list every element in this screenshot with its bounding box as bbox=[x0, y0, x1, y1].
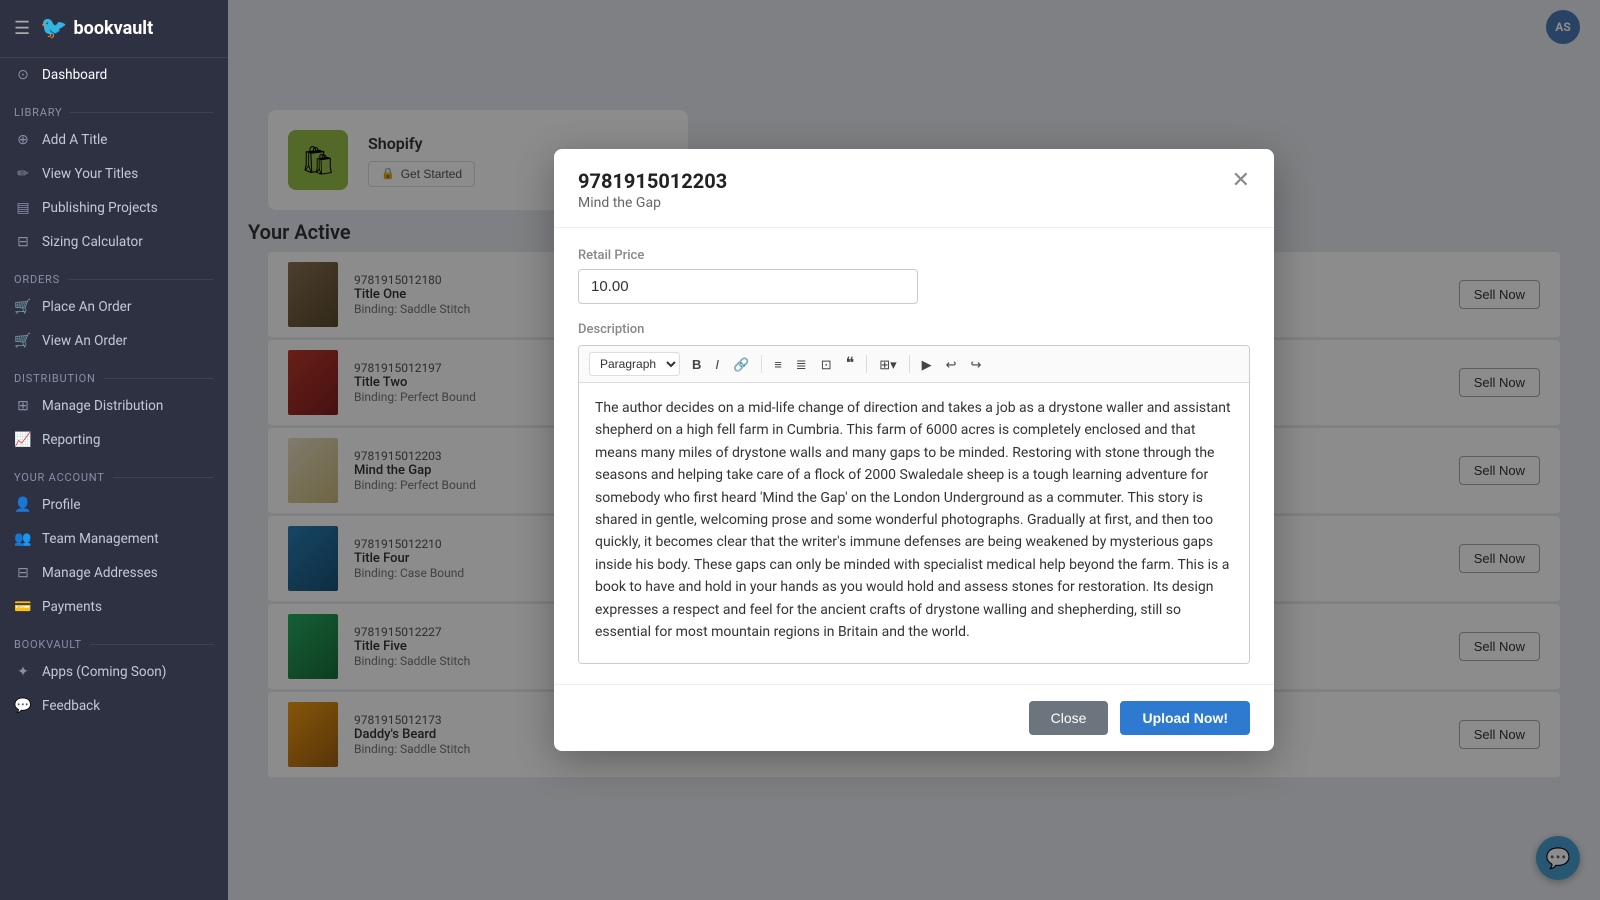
sidebar-section-distribution: Distribution bbox=[0, 358, 228, 389]
bold-button[interactable]: B bbox=[686, 354, 707, 375]
paragraph-select[interactable]: Paragraph bbox=[589, 352, 680, 376]
description-text: The author decides on a mid-life change … bbox=[595, 397, 1233, 643]
editor-toolbar: Paragraph B I 🔗 ≡ ≣ ⊡ ❝ ⊞▾ ▶ bbox=[579, 346, 1249, 383]
payments-icon: 💳 bbox=[14, 599, 32, 615]
sidebar-section-account: Your Account bbox=[0, 457, 228, 488]
sidebar-item-dashboard[interactable]: ⊙ Dashboard bbox=[0, 58, 228, 92]
sidebar-item-label: Team Management bbox=[42, 531, 159, 547]
sidebar-item-add-title[interactable]: ⊕ Add A Title bbox=[0, 123, 228, 157]
sidebar-item-manage-distribution[interactable]: ⊞ Manage Distribution bbox=[0, 389, 228, 423]
sidebar-item-label: Dashboard bbox=[42, 67, 107, 83]
manage-addresses-icon: ⊟ bbox=[14, 565, 32, 581]
sidebar-item-label: Add A Title bbox=[42, 132, 107, 148]
sidebar-item-team-management[interactable]: 👥 Team Management bbox=[0, 522, 228, 556]
bullet-list-button[interactable]: ≡ bbox=[768, 354, 788, 375]
retail-price-label: Retail Price bbox=[578, 248, 1250, 263]
modal-isbn: 9781915012203 bbox=[578, 169, 1250, 193]
modal-overlay[interactable]: 9781915012203 Mind the Gap ✕ Retail Pric… bbox=[228, 0, 1600, 900]
sidebar-item-profile[interactable]: 👤 Profile bbox=[0, 488, 228, 522]
sidebar-item-label: View Your Titles bbox=[42, 166, 138, 182]
sidebar-item-label: Sizing Calculator bbox=[42, 234, 143, 250]
modal-dialog: 9781915012203 Mind the Gap ✕ Retail Pric… bbox=[554, 149, 1274, 751]
toolbar-separator-2 bbox=[866, 355, 867, 373]
hamburger-icon[interactable]: ☰ bbox=[14, 18, 30, 39]
modal-header: 9781915012203 Mind the Gap ✕ bbox=[554, 149, 1274, 228]
sidebar-item-label: Profile bbox=[42, 497, 81, 513]
reporting-icon: 📈 bbox=[14, 432, 32, 448]
sidebar-item-publishing-projects[interactable]: ▤ Publishing Projects bbox=[0, 191, 228, 225]
upload-now-button[interactable]: Upload Now! bbox=[1120, 701, 1250, 735]
modal-footer: Close Upload Now! bbox=[554, 684, 1274, 751]
apps-icon: ✦ bbox=[14, 664, 32, 680]
brand-bird-icon: 🐦 bbox=[40, 16, 67, 41]
team-management-icon: 👥 bbox=[14, 531, 32, 547]
image-button[interactable]: ⊡ bbox=[815, 354, 838, 375]
feedback-icon: 💬 bbox=[14, 698, 32, 714]
main-area: AS 🛍 Shopify 🔒 Get Started Your Active 9… bbox=[228, 0, 1600, 900]
video-button[interactable]: ▶ bbox=[916, 354, 938, 375]
add-title-icon: ⊕ bbox=[14, 132, 32, 148]
sidebar-item-view-order[interactable]: 🛒 View An Order bbox=[0, 324, 228, 358]
sidebar: ☰ 🐦 bookvault ⊙ Dashboard Library ⊕ Add … bbox=[0, 0, 228, 900]
redo-button[interactable]: ↪ bbox=[965, 354, 988, 375]
publishing-projects-icon: ▤ bbox=[14, 200, 32, 216]
toolbar-separator-1 bbox=[761, 355, 762, 373]
sidebar-item-apps[interactable]: ✦ Apps (Coming Soon) bbox=[0, 655, 228, 689]
sidebar-item-label: Apps (Coming Soon) bbox=[42, 664, 166, 680]
sidebar-item-view-titles[interactable]: ✏ View Your Titles bbox=[0, 157, 228, 191]
description-label: Description bbox=[578, 322, 1250, 337]
quote-button[interactable]: ❝ bbox=[840, 352, 861, 376]
link-button[interactable]: 🔗 bbox=[727, 354, 755, 375]
place-order-icon: 🛒 bbox=[14, 299, 32, 315]
manage-distribution-icon: ⊞ bbox=[14, 398, 32, 414]
view-titles-icon: ✏ bbox=[14, 166, 32, 182]
sidebar-item-manage-addresses[interactable]: ⊟ Manage Addresses bbox=[0, 556, 228, 590]
sidebar-item-payments[interactable]: 💳 Payments bbox=[0, 590, 228, 624]
table-button[interactable]: ⊞▾ bbox=[873, 354, 902, 375]
sidebar-header: ☰ 🐦 bookvault bbox=[0, 0, 228, 58]
sidebar-section-orders: Orders bbox=[0, 259, 228, 290]
sidebar-item-label: Reporting bbox=[42, 432, 100, 448]
undo-button[interactable]: ↩ bbox=[940, 354, 963, 375]
view-order-icon: 🛒 bbox=[14, 333, 32, 349]
sidebar-section-bookvault: Bookvault bbox=[0, 624, 228, 655]
ordered-list-button[interactable]: ≣ bbox=[790, 354, 813, 375]
sidebar-item-label: Manage Addresses bbox=[42, 565, 158, 581]
close-button[interactable]: Close bbox=[1029, 701, 1109, 735]
editor-content[interactable]: The author decides on a mid-life change … bbox=[579, 383, 1249, 663]
sidebar-item-sizing-calculator[interactable]: ⊟ Sizing Calculator bbox=[0, 225, 228, 259]
sidebar-item-reporting[interactable]: 📈 Reporting bbox=[0, 423, 228, 457]
italic-button[interactable]: I bbox=[709, 354, 725, 375]
sidebar-item-label: View An Order bbox=[42, 333, 127, 349]
sidebar-item-label: Place An Order bbox=[42, 299, 131, 315]
sidebar-item-feedback[interactable]: 💬 Feedback bbox=[0, 689, 228, 723]
modal-body: Retail Price Description Paragraph B I 🔗… bbox=[554, 228, 1274, 684]
dashboard-icon: ⊙ bbox=[14, 67, 32, 83]
brand-name: bookvault bbox=[74, 18, 154, 39]
brand-logo: 🐦 bookvault bbox=[40, 16, 153, 41]
modal-close-button[interactable]: ✕ bbox=[1228, 165, 1254, 195]
sidebar-item-label: Publishing Projects bbox=[42, 200, 158, 216]
sizing-calculator-icon: ⊟ bbox=[14, 234, 32, 250]
retail-price-input[interactable] bbox=[578, 269, 918, 304]
editor-container: Paragraph B I 🔗 ≡ ≣ ⊡ ❝ ⊞▾ ▶ bbox=[578, 345, 1250, 664]
sidebar-item-label: Manage Distribution bbox=[42, 398, 163, 414]
sidebar-section-library: Library bbox=[0, 92, 228, 123]
sidebar-item-label: Feedback bbox=[42, 698, 100, 714]
modal-subtitle: Mind the Gap bbox=[578, 195, 1250, 211]
profile-icon: 👤 bbox=[14, 497, 32, 513]
toolbar-separator-3 bbox=[909, 355, 910, 373]
sidebar-item-label: Payments bbox=[42, 599, 102, 615]
sidebar-item-place-order[interactable]: 🛒 Place An Order bbox=[0, 290, 228, 324]
